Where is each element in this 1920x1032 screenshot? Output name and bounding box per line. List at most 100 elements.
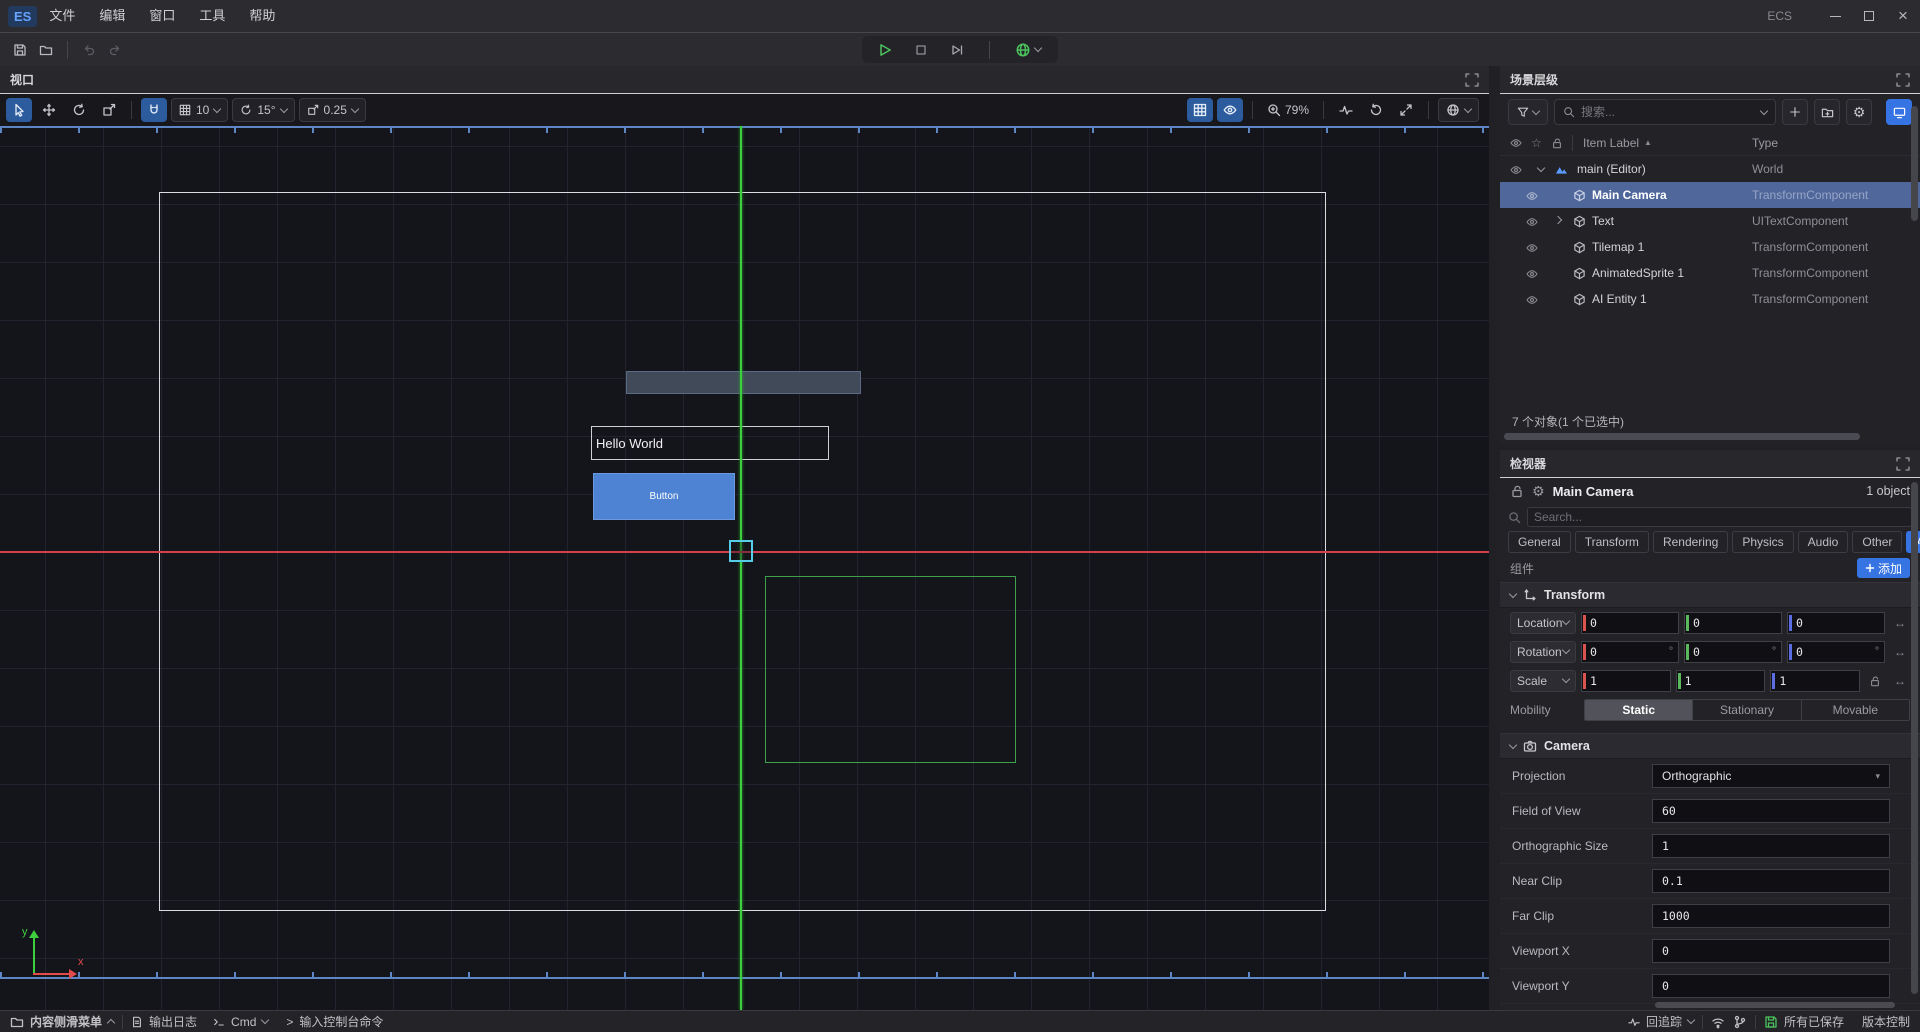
rotate-tool-button[interactable] [66,98,92,122]
transform-section-header[interactable]: Transform [1500,582,1920,608]
cmd-dropdown[interactable]: Cmd [213,1015,268,1029]
scale-snap-dropdown[interactable]: 0.25 [299,98,366,122]
link-values-icon[interactable]: ↔ [1890,674,1910,688]
visibility-button[interactable] [1217,98,1243,122]
hierarchy-row-tilemap[interactable]: Tilemap 1 TransformComponent [1500,234,1920,260]
play-button[interactable] [872,37,898,63]
mobility-static[interactable]: Static [1585,700,1693,720]
inspector-vertical-scrollbar[interactable] [1911,482,1918,994]
camera-section-header[interactable]: Camera [1500,733,1920,759]
move-tool-button[interactable] [36,98,62,122]
rotation-x-field[interactable]: 0° [1581,641,1679,663]
screen-view-button[interactable] [1886,99,1912,125]
rotate-snap-dropdown[interactable]: 15° [232,98,294,122]
hierarchy-row-animatedsprite[interactable]: AnimatedSprite 1 TransformComponent [1500,260,1920,286]
tab-audio[interactable]: Audio [1798,531,1849,553]
scale-dropdown[interactable]: Scale [1510,670,1576,692]
app-logo[interactable]: ES [8,6,37,27]
stop-button[interactable] [908,37,934,63]
launch-target-dropdown[interactable] [1008,37,1048,63]
gear-icon[interactable]: ⚙ [1532,483,1545,500]
open-folder-button[interactable] [33,37,59,63]
scale-x-field[interactable]: 1 [1581,670,1671,692]
eye-icon[interactable] [1526,188,1538,202]
viewport-expand-icon[interactable] [1465,73,1479,87]
scale-z-field[interactable]: 1 [1770,670,1860,692]
new-folder-button[interactable] [1814,99,1840,125]
mobility-stationary[interactable]: Stationary [1693,700,1801,720]
hierarchy-expand-icon[interactable] [1896,73,1910,87]
lock-icon[interactable] [1510,484,1524,498]
link-values-icon[interactable]: ↔ [1890,616,1910,630]
network-status-icon[interactable] [1711,1015,1725,1029]
hierarchy-row-main-camera[interactable]: Main Camera TransformComponent [1500,182,1920,208]
projection-dropdown[interactable]: Orthographic▾ [1652,764,1890,788]
content-drawer-button[interactable]: 内容侧滑菜单 [10,1013,114,1030]
ui-slider-widget[interactable] [626,371,861,394]
hierarchy-row-world[interactable]: main (Editor) World [1500,156,1920,182]
eye-icon[interactable] [1526,240,1538,254]
step-button[interactable] [944,37,970,63]
inspector-search-input[interactable] [1534,510,1905,524]
trace-dropdown[interactable]: 回追踪 [1628,1013,1694,1030]
orthographic-size-field[interactable]: 1 [1652,834,1890,858]
tab-other[interactable]: Other [1852,531,1902,553]
far-clip-field[interactable]: 1000 [1652,904,1890,928]
rotation-z-field[interactable]: 0° [1787,641,1885,663]
grid-visibility-button[interactable] [1187,98,1213,122]
viewport-y-field[interactable]: 0 [1652,974,1890,998]
inspector-search-box[interactable] [1527,507,1912,527]
inspector-horizontal-scrollbar[interactable] [1655,1002,1895,1008]
tab-rendering[interactable]: Rendering [1653,531,1728,553]
scale-tool-button[interactable] [96,98,122,122]
menu-file[interactable]: 文件 [37,0,87,32]
redo-button[interactable] [102,37,128,63]
rotation-dropdown[interactable]: Rotation [1510,641,1576,663]
version-control-button[interactable]: 版本控制 [1862,1013,1910,1030]
output-log-button[interactable]: 输出日志 [131,1013,197,1030]
mobility-movable[interactable]: Movable [1802,700,1909,720]
grid-snap-dropdown[interactable]: 10 [171,98,228,122]
hierarchy-horizontal-scrollbar[interactable] [1504,433,1860,440]
hierarchy-search-input[interactable] [1581,105,1755,119]
favorite-column-icon[interactable]: ☆ [1531,136,1542,150]
eye-icon[interactable] [1526,292,1538,306]
reset-view-button[interactable] [1363,98,1389,122]
eye-icon[interactable] [1510,162,1522,176]
row-label[interactable]: Tilemap 1 [1592,240,1644,254]
hierarchy-settings-button[interactable]: ⚙ [1846,99,1872,125]
fullscreen-button[interactable] [1393,98,1419,122]
ui-button-widget[interactable]: Button [593,473,735,520]
location-x-field[interactable]: 0 [1581,612,1679,634]
row-label[interactable]: main (Editor) [1577,162,1646,176]
lock-column-icon[interactable] [1551,137,1563,149]
column-type[interactable]: Type [1752,136,1778,150]
undo-button[interactable] [76,37,102,63]
eye-icon[interactable] [1526,214,1538,228]
menu-window[interactable]: 窗口 [137,0,187,32]
column-item-label[interactable]: Item Label [1583,136,1639,150]
filter-dropdown[interactable] [1508,99,1548,125]
hierarchy-row-ai-entity[interactable]: AI Entity 1 TransformComponent [1500,286,1920,312]
visibility-column-icon[interactable] [1510,137,1522,149]
location-dropdown[interactable]: Location [1510,612,1576,634]
tab-transform[interactable]: Transform [1575,531,1649,553]
near-clip-field[interactable]: 0.1 [1652,869,1890,893]
stats-button[interactable] [1333,98,1359,122]
hierarchy-vertical-scrollbar[interactable] [1911,106,1918,221]
maximize-button[interactable] [1852,0,1886,32]
row-label[interactable]: AI Entity 1 [1592,292,1647,306]
chevron-right-icon[interactable] [1554,215,1562,223]
hierarchy-row-text[interactable]: Text UITextComponent [1500,208,1920,234]
uniform-scale-lock-icon[interactable] [1865,675,1885,687]
tab-general[interactable]: General [1508,531,1571,553]
location-y-field[interactable]: 0 [1684,612,1782,634]
minimize-button[interactable] [1818,0,1852,32]
row-label[interactable]: Main Camera [1592,188,1667,202]
rotation-y-field[interactable]: 0° [1684,641,1782,663]
selection-pivot-gizmo[interactable] [729,540,753,562]
ui-text-widget[interactable]: Hello World [591,426,829,460]
field-of-view-field[interactable]: 60 [1652,799,1890,823]
save-button[interactable] [7,37,33,63]
row-label[interactable]: Text [1592,214,1614,228]
